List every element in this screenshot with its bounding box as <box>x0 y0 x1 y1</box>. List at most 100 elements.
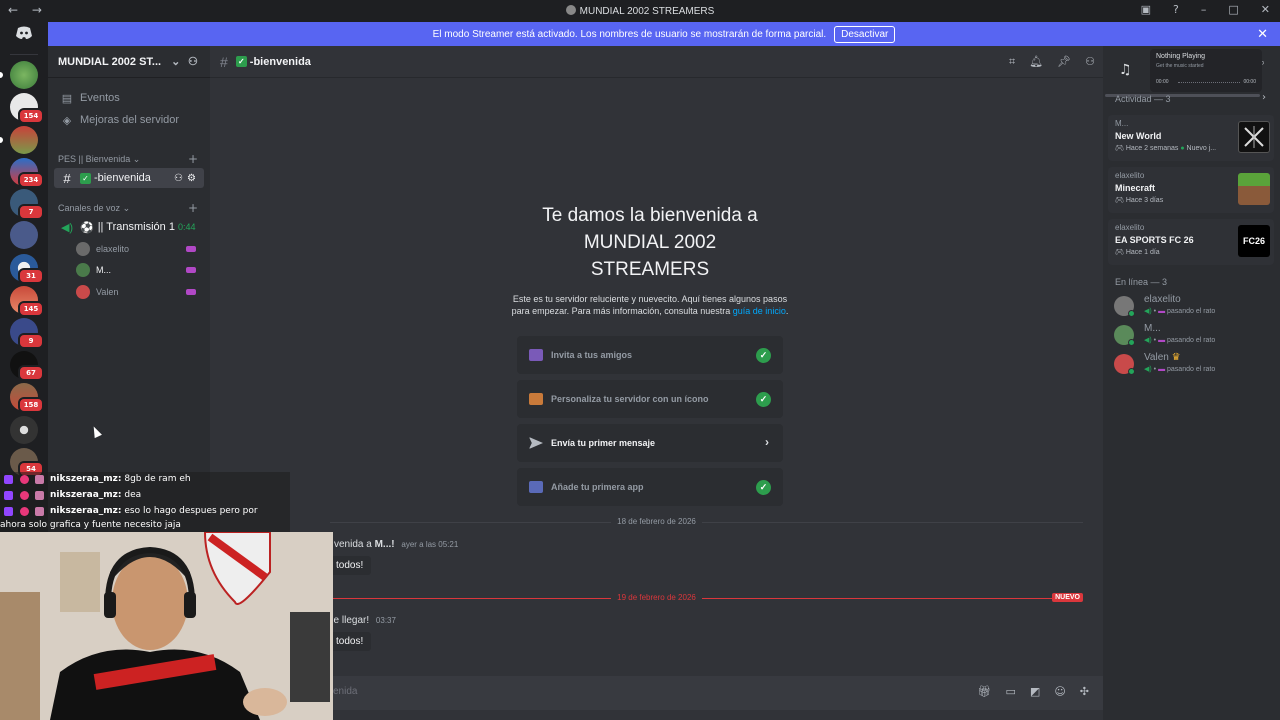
message-user[interactable]: M...! <box>375 539 395 550</box>
close-banner-icon[interactable]: ✕ <box>1257 26 1268 42</box>
gear-icon[interactable]: ⚙ <box>187 173 196 184</box>
server-badge-4: 234 <box>18 172 44 188</box>
voice-user[interactable]: M... <box>76 263 196 277</box>
disable-streamer-button[interactable]: Desactivar <box>834 25 896 43</box>
emoji-icon[interactable]: ☺ <box>1054 685 1065 698</box>
invite-icon[interactable]: ⚇ <box>188 55 198 68</box>
gift-icon[interactable]: 🎁︎ <box>978 685 992 698</box>
invite-icon[interactable]: ⚇ <box>174 173 183 184</box>
add-channel-icon[interactable]: + <box>188 152 198 166</box>
online-status-icon <box>1128 339 1135 346</box>
date-divider: 18 de febrero de 2026 <box>210 517 1103 527</box>
server-header[interactable]: MUNDIAL 2002 ST... ⌄ ⚇ <box>48 46 210 78</box>
activity-card[interactable]: elaxelito Minecraft 🎮︎ Hace 3 días <box>1108 167 1274 213</box>
sticker-icon[interactable]: ◩ <box>1030 685 1040 698</box>
hash-icon: # <box>220 53 228 70</box>
music-time-start: 00:00 <box>1156 79 1169 85</box>
window-title: MUNDIAL 2002 STREAMERS <box>0 5 1280 17</box>
chevron-right-icon[interactable]: › <box>1262 92 1266 103</box>
activity-title-text: Actividad — 3 <box>1115 94 1171 104</box>
activity-card[interactable]: M... New World 🎮︎ Hace 2 semanas ● Nuevo… <box>1108 115 1274 161</box>
stream-icon <box>186 246 196 252</box>
discord-home-icon[interactable] <box>10 26 38 48</box>
member-name: M... <box>1144 323 1161 334</box>
welcome-end: . <box>785 306 789 316</box>
date-text: 18 de febrero de 2026 <box>611 517 702 526</box>
activity-game: Minecraft <box>1115 183 1156 193</box>
task-send-message[interactable]: Envía tu primer mensaje › <box>517 424 783 462</box>
music-time-end: 00:00 <box>1243 79 1256 85</box>
music-title: Nothing Playing <box>1156 53 1206 60</box>
members-icon[interactable]: ⚇ <box>1085 55 1095 69</box>
date-text: 19 de febrero de 2026 <box>611 593 702 602</box>
screen-share-icon[interactable]: ▣ <box>1141 3 1151 16</box>
threads-icon[interactable]: ⌗ <box>1009 55 1015 69</box>
chat-user: nikszeraa_mz: <box>50 506 122 516</box>
category-voice[interactable]: Canales de voz ⌄ <box>58 203 130 214</box>
activity-card[interactable]: elaxelito EA SPORTS FC 26 🎮︎ Hace 1 día … <box>1108 219 1274 265</box>
server-icon-12[interactable] <box>10 416 38 444</box>
voice-user-name: Valen <box>96 287 119 297</box>
message-time: 03:37 <box>375 616 396 625</box>
message-composer[interactable]: venida 🎁︎ ▭ ◩ ☺ ✣ <box>210 676 1103 710</box>
stream-icon <box>186 267 196 273</box>
boosts-item[interactable]: ◈ Mejoras del servidor <box>54 110 204 130</box>
chevron-down-icon: ⌄ <box>132 154 141 164</box>
overlay-chat-text: nikszeraa_mz: dea <box>50 490 141 500</box>
overlay-chat-text: nikszeraa_mz: 8gb de ram eh <box>50 474 191 484</box>
server-icon-3[interactable] <box>10 126 38 154</box>
bell-icon[interactable]: 🔔︎ <box>1029 55 1043 69</box>
speaker-icon: ◀) <box>1144 337 1152 344</box>
voice-channel-transmision[interactable]: ◀) ⚽ || Transmisión 1 0:44 <box>54 217 204 237</box>
badge-icon <box>35 475 44 484</box>
member-name-text: Valen <box>1144 352 1169 363</box>
avatar <box>76 285 90 299</box>
chat-message: dea <box>124 490 142 500</box>
activity-title: Actividad — 3 <box>1115 94 1171 104</box>
crown-icon: ♛ <box>1171 352 1181 363</box>
avatar <box>76 263 90 277</box>
server-badge-11: 158 <box>18 397 44 413</box>
date-label: 18 de febrero de 2026 <box>210 517 1103 526</box>
close-window-icon[interactable]: ✕ <box>1261 3 1270 16</box>
voice-user[interactable]: Valen <box>76 285 196 299</box>
task-invite-friends[interactable]: Invita a tus amigos ✓ <box>517 336 783 374</box>
music-progress[interactable] <box>1178 82 1240 83</box>
server-icon-6[interactable] <box>10 221 38 249</box>
music-note-icon[interactable]: ♫ <box>1119 62 1132 78</box>
server-badge-10: 67 <box>18 365 44 381</box>
maximize-icon[interactable]: □ <box>1228 3 1238 16</box>
help-icon[interactable]: ? <box>1173 3 1179 16</box>
twitch-icon <box>4 475 13 484</box>
new-dot: ● <box>1180 145 1185 152</box>
chat-message: ahora solo grafica y fuente necesito jaj… <box>0 520 181 530</box>
server-icon-1[interactable] <box>10 61 38 89</box>
new-badge: NUEVO <box>1052 593 1083 602</box>
activity-when: 🎮︎ Hace 2 semanas ● Nuevo j... <box>1115 144 1216 152</box>
member-name: Valen ♛ <box>1144 352 1181 363</box>
wave-button[interactable]: todos! <box>328 556 372 575</box>
wave-button[interactable]: todos! <box>328 632 372 651</box>
unread-pill <box>0 72 3 78</box>
activity-when-text: Hace 3 días <box>1125 197 1164 204</box>
message-text: venida a <box>334 539 372 550</box>
task-customize-server[interactable]: Personaliza tu servidor con un ícono ✓ <box>517 380 783 418</box>
pin-icon[interactable]: 📌︎ <box>1057 55 1071 69</box>
events-item[interactable]: ▤ Eventos <box>54 88 204 108</box>
add-voice-channel-icon[interactable]: + <box>188 201 198 215</box>
voice-user[interactable]: elaxelito <box>76 242 196 256</box>
category-welcome[interactable]: PES || Bienvenida ⌄ <box>58 154 140 165</box>
channel-bienvenida[interactable]: # ✓ -bienvenida ⚇ ⚙ <box>54 168 204 188</box>
member-status-text: pasando el rato <box>1167 337 1216 344</box>
gif-icon[interactable]: ▭ <box>1006 685 1016 698</box>
music-subtitle: Get the music started <box>1156 63 1204 69</box>
music-widget[interactable]: Nothing Playing Get the music started 00… <box>1150 49 1262 92</box>
welcome-title-line-1: Te damos la bienvenida a <box>542 205 758 226</box>
task-add-app[interactable]: Añade tu primera app ✓ <box>517 468 783 506</box>
task-label: Envía tu primer mensaje <box>551 438 656 448</box>
guide-link[interactable]: guía de inicio <box>733 306 786 316</box>
apps-icon[interactable]: ✣ <box>1080 685 1089 698</box>
task-label: Añade tu primera app <box>551 482 644 492</box>
minimize-icon[interactable]: – <box>1201 3 1207 16</box>
banner-text: El modo Streamer está activado. Los nomb… <box>432 28 827 40</box>
